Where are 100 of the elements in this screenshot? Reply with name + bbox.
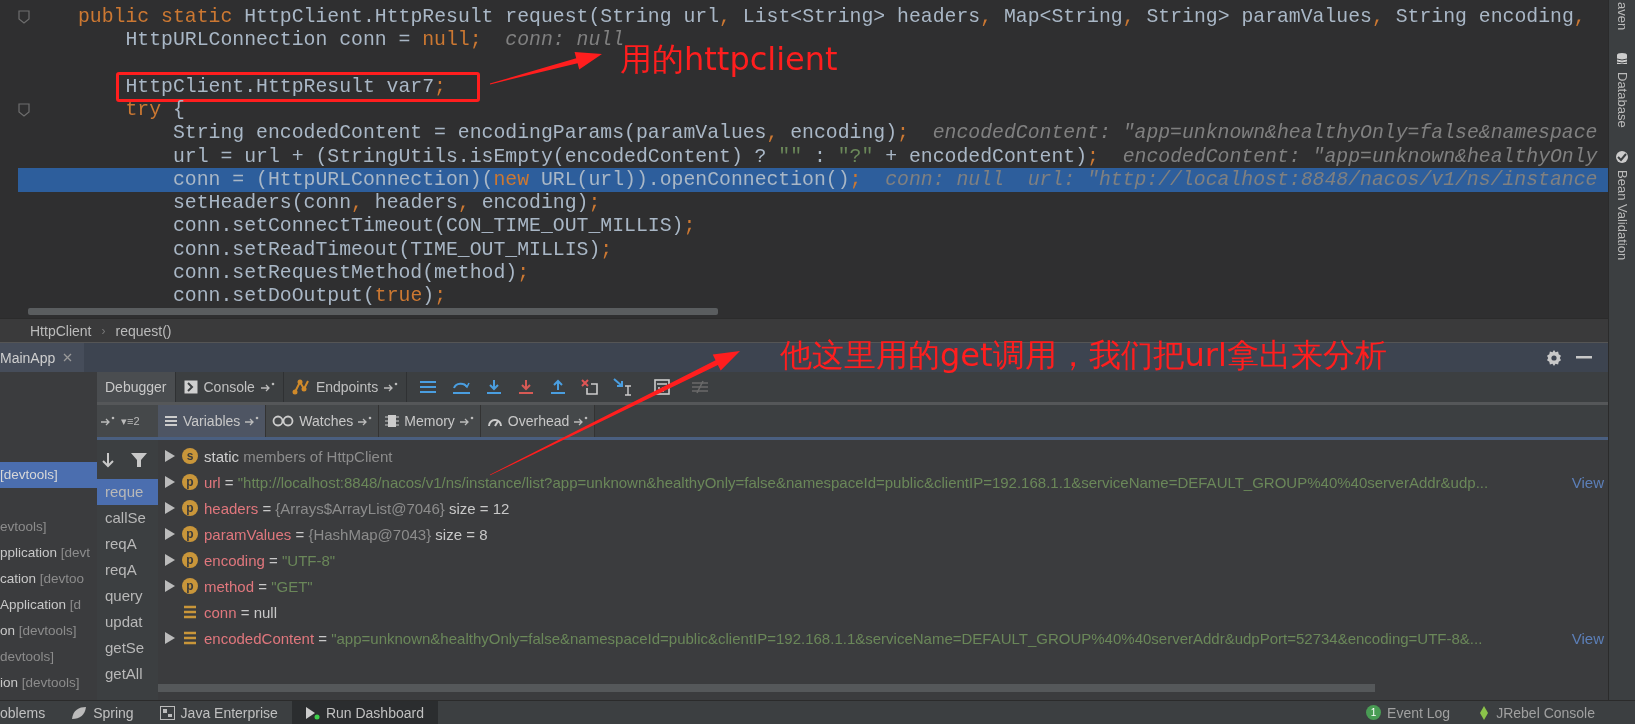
pin-icon[interactable] xyxy=(101,416,115,426)
tab-label: Endpoints xyxy=(315,379,379,395)
pin-icon[interactable] xyxy=(245,416,260,426)
filter-icon[interactable] xyxy=(131,451,147,468)
tree-item[interactable]: Application [d xyxy=(0,592,97,618)
pin-icon[interactable] xyxy=(459,416,474,426)
tool-window-tab[interactable]: Java Enterprise xyxy=(147,701,292,724)
drop-frame-icon[interactable] xyxy=(581,379,600,395)
console-button[interactable]: JRebel Console xyxy=(1496,704,1595,721)
toolbar-tab[interactable]: Console xyxy=(175,372,284,402)
tree-item[interactable]: evtools] xyxy=(0,514,97,540)
tool-window-tab[interactable]: Run Dashboard xyxy=(291,701,438,724)
pin-icon[interactable] xyxy=(358,416,373,426)
glasses-icon xyxy=(272,415,295,427)
tool-window-tab[interactable]: oblems xyxy=(0,701,60,724)
force-step-into-icon[interactable] xyxy=(517,379,536,395)
tab-label: Variables xyxy=(183,413,241,429)
database-icon xyxy=(1616,52,1628,67)
toolbar-tab[interactable]: Endpoints xyxy=(283,372,408,402)
code-line: url = url + (StringUtils.isEmpty(encodedContent) ? "" : "?" + encodedContent); xyxy=(172,147,1099,166)
expand-arrow-icon[interactable] xyxy=(164,631,176,645)
pin-icon[interactable] xyxy=(574,416,589,426)
code-line: HttpURLConnection conn = null; xyxy=(125,30,482,49)
tool-window-tab[interactable]: Spring xyxy=(59,701,148,724)
inline-value-hint: encodedContent: "app=unknown&healthyOnly xyxy=(1122,147,1598,166)
scrollbar[interactable] xyxy=(158,684,1375,692)
stack-frame[interactable]: getSe xyxy=(97,635,158,661)
close-icon[interactable] xyxy=(63,353,73,362)
stack-frame[interactable]: reqA xyxy=(97,531,158,557)
expand-arrow-icon[interactable] xyxy=(164,449,176,463)
step-into-icon[interactable] xyxy=(485,379,504,395)
session-tab[interactable]: MainApp xyxy=(0,343,85,372)
event-log-button[interactable]: Event Log xyxy=(1387,704,1451,721)
variable-text: encoding = "UTF-8" xyxy=(204,551,336,569)
scrollbar[interactable] xyxy=(28,308,718,315)
panel-tab[interactable]: Variables xyxy=(158,405,267,437)
leaf-icon xyxy=(71,705,88,720)
breadcrumb-item[interactable]: request() xyxy=(115,322,172,339)
variable-text: paramValues = {HashMap@7043} size = 8 xyxy=(204,525,488,543)
expand-arrow-icon[interactable] xyxy=(164,527,176,541)
variable-badge: p xyxy=(182,474,198,490)
tree-item[interactable]: ion [devtools] xyxy=(0,670,97,696)
code-line: conn.setConnectTimeout(CON_TIME_OUT_MILLIS); xyxy=(172,217,696,236)
variable-text: headers = {Arrays$ArrayList@7046} size = 12 xyxy=(204,499,510,517)
step-out-icon[interactable] xyxy=(549,379,568,395)
variable-badge: p xyxy=(182,526,198,542)
code-line: String encodedContent = encodingParams(paramValues, encoding); xyxy=(172,124,909,143)
tab-label: Watches xyxy=(299,413,354,429)
code-line: HttpClient.HttpResult var7; xyxy=(125,77,446,96)
rocket-icon xyxy=(1478,705,1491,720)
annotation-note: 他这里用的get调用，我们把url拿出来分析 xyxy=(780,336,1387,375)
stack-frame[interactable]: callSe xyxy=(97,505,158,531)
fold-icon[interactable] xyxy=(18,102,30,117)
pin-icon[interactable] xyxy=(384,382,399,392)
tab-label: Debugger xyxy=(105,379,167,395)
list-icon[interactable] xyxy=(419,380,438,394)
list-icon xyxy=(164,414,178,428)
inline-value-hint: encodedContent: "app=unknown&healthyOnly=false&namespace xyxy=(932,124,1598,143)
run-to-cursor-icon[interactable] xyxy=(613,378,634,396)
fold-icon[interactable] xyxy=(18,9,30,24)
code-line: try { xyxy=(125,100,185,119)
panel-tab[interactable]: Watches xyxy=(266,405,380,437)
expand-arrow-icon[interactable] xyxy=(164,553,176,567)
tree-item[interactable]: pplication [devt xyxy=(0,540,97,566)
variable-text: conn = null xyxy=(204,603,277,621)
expand-arrow-icon[interactable] xyxy=(164,579,176,593)
tree-item[interactable]: devtools] xyxy=(0,644,97,670)
pin-icon[interactable] xyxy=(260,382,275,392)
settings-icon[interactable] xyxy=(1546,349,1562,366)
code-line: public static HttpClient.HttpResult request(String url, List<String> headers, Map<String, String> paramValues, String encoding, xyxy=(78,7,1586,26)
stack-frame[interactable]: updat xyxy=(97,609,158,635)
side-tool-tab[interactable]: Bean Validation xyxy=(1614,149,1630,260)
console-icon xyxy=(183,380,198,394)
breadcrumb-item[interactable]: HttpClient xyxy=(30,322,92,339)
variable-text: encodedContent = "app=unknown&healthyOnly=false&namespaceId=public&clientIP=192.168.1.1&serviceName=DEFAULT_GROUP%40%40serverAddr&udpPort=52734&encoding=UTF-8&... xyxy=(204,629,1483,647)
panel-tab[interactable]: Memory xyxy=(379,405,481,437)
expand-arrow-icon[interactable] xyxy=(164,501,176,515)
side-tool-tab[interactable]: aven xyxy=(1614,2,1630,31)
stack-frame[interactable]: getAll xyxy=(97,661,158,687)
side-tool-tab[interactable]: Database xyxy=(1614,52,1630,128)
code-line: conn.setDoOutput(true); xyxy=(172,287,446,306)
variable-text: method = "GET" xyxy=(204,577,313,595)
tree-item[interactable]: [devtools] xyxy=(0,462,97,488)
panel-tab[interactable]: Overhead xyxy=(480,405,596,437)
stack-frame[interactable]: query xyxy=(97,583,158,609)
inline-value-hint: conn: null url: "http://localhost:8848/nacos/v1/ns/instance xyxy=(885,170,1598,189)
play-icon xyxy=(303,705,320,720)
tree-item[interactable]: on [devtools] xyxy=(0,618,97,644)
stack-frame[interactable]: reqA xyxy=(97,557,158,583)
expand-arrow-icon[interactable] xyxy=(164,475,176,489)
minimize-icon[interactable] xyxy=(1576,355,1592,360)
chip-icon xyxy=(385,414,400,428)
down-arrow-icon[interactable] xyxy=(101,451,115,468)
tree-item[interactable]: cation [devtoo xyxy=(0,566,97,592)
thread-selector[interactable]: ▾≡2 xyxy=(121,414,140,428)
tab-label: Overhead xyxy=(507,413,570,429)
stack-icon xyxy=(182,605,198,619)
nodes-icon xyxy=(291,379,310,395)
toolbar-tab[interactable]: Debugger xyxy=(97,372,176,402)
window-icon xyxy=(159,705,175,720)
